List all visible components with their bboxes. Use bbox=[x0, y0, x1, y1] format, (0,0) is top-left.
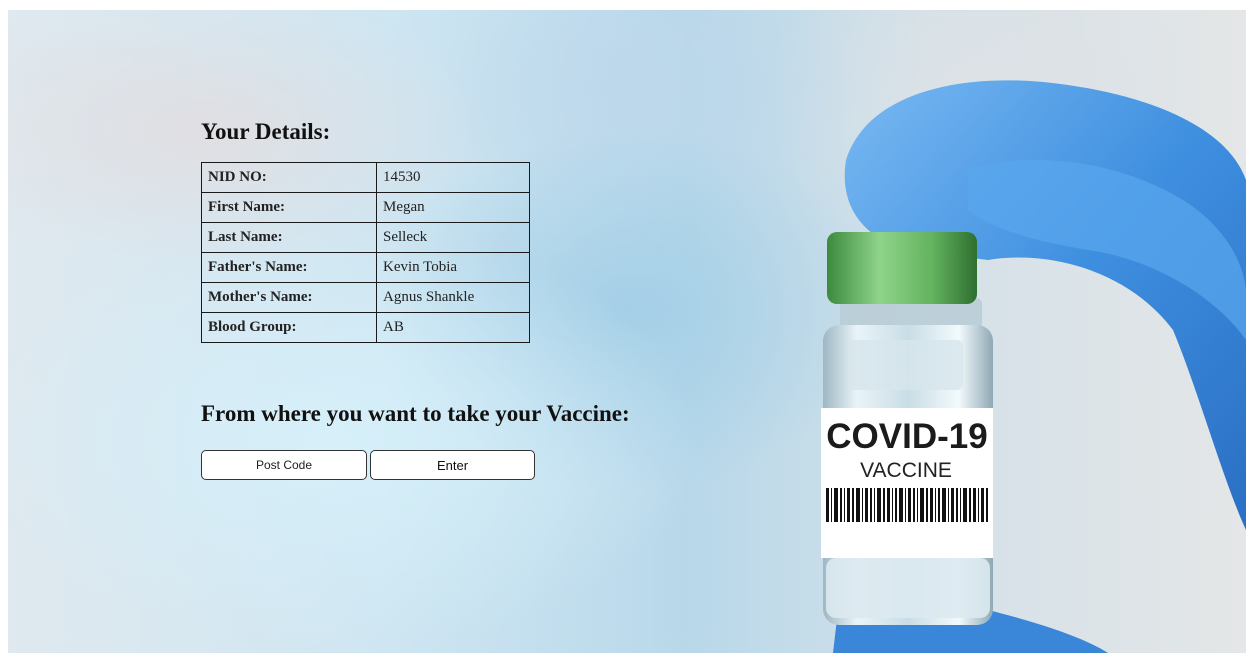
blood-group-value: AB bbox=[376, 312, 530, 343]
blood-group-label: Blood Group: bbox=[201, 312, 377, 343]
table-row: Last Name: Selleck bbox=[201, 222, 530, 253]
page-background: COVID-19 VACCINE Your Details: NID NO: 1… bbox=[8, 10, 1246, 653]
vaccine-location-heading: From where you want to take your Vaccine… bbox=[201, 401, 630, 426]
details-heading: Your Details: bbox=[201, 119, 331, 144]
vaccine-location-section: From where you want to take your Vaccine… bbox=[201, 400, 630, 480]
vial-label-title: COVID-19 bbox=[826, 417, 987, 456]
your-details-section: Your Details: NID NO: 14530 First Name: … bbox=[201, 118, 530, 343]
vaccine-vial: COVID-19 VACCINE bbox=[821, 232, 993, 625]
postcode-input[interactable] bbox=[201, 450, 367, 480]
last-name-value: Selleck bbox=[376, 222, 530, 253]
table-row: Father's Name: Kevin Tobia bbox=[201, 252, 530, 283]
nid-label: NID NO: bbox=[201, 162, 377, 193]
vial-label-subtitle: VACCINE bbox=[860, 459, 952, 482]
table-row: First Name: Megan bbox=[201, 192, 530, 223]
fathers-name-value: Kevin Tobia bbox=[376, 252, 530, 283]
table-row: Blood Group: AB bbox=[201, 312, 530, 343]
mothers-name-value: Agnus Shankle bbox=[376, 282, 530, 313]
enter-button[interactable]: Enter bbox=[370, 450, 535, 480]
mothers-name-label: Mother's Name: bbox=[201, 282, 377, 313]
hero-image: COVID-19 VACCINE bbox=[821, 80, 1246, 653]
first-name-value: Megan bbox=[376, 192, 530, 223]
table-row: Mother's Name: Agnus Shankle bbox=[201, 282, 530, 313]
first-name-label: First Name: bbox=[201, 192, 377, 223]
postcode-form: Enter bbox=[201, 450, 630, 480]
details-table: NID NO: 14530 First Name: Megan Last Nam… bbox=[201, 162, 530, 343]
table-row: NID NO: 14530 bbox=[201, 162, 530, 193]
fathers-name-label: Father's Name: bbox=[201, 252, 377, 283]
last-name-label: Last Name: bbox=[201, 222, 377, 253]
nid-value: 14530 bbox=[376, 162, 530, 193]
